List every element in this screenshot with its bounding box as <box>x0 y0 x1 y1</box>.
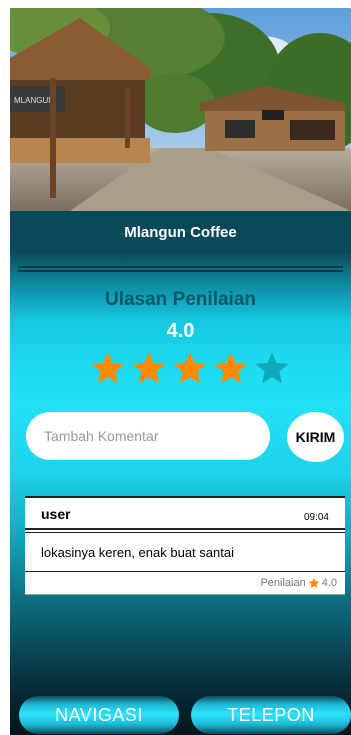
review-heading: Ulasan Penilaian <box>104 289 256 310</box>
place-detail-screen: MLANGUN Mlangun Coffee Ulasan Penilaian … <box>0 0 351 735</box>
comment-text: lokasinya keren, enak buat santai <box>25 532 345 572</box>
place-photo: MLANGUN <box>10 8 351 211</box>
star-filled-icon[interactable] <box>172 350 208 386</box>
comment-input[interactable] <box>26 412 270 460</box>
comment-card: user 09:04 lokasinya keren, enak buat sa… <box>25 496 345 595</box>
call-button[interactable]: TELEPON <box>191 696 351 734</box>
star-filled-icon[interactable] <box>90 350 126 386</box>
place-title-bar: Mlangun Coffee <box>10 211 351 253</box>
star-filled-icon[interactable] <box>131 350 167 386</box>
comment-rating: Penilaian 4.0 <box>25 572 345 594</box>
divider-bottom <box>18 270 343 272</box>
divider-top <box>18 266 343 268</box>
star-icon <box>308 577 320 589</box>
rating-stars[interactable] <box>90 350 290 386</box>
comment-username: user <box>41 506 71 522</box>
average-rating: 4.0 <box>166 320 195 342</box>
send-comment-button[interactable]: KIRIM <box>287 412 344 462</box>
cafe-photo-image: MLANGUN <box>10 8 351 211</box>
star-filled-icon[interactable] <box>213 350 249 386</box>
place-name: Mlangun Coffee <box>124 223 237 241</box>
comment-header: user 09:04 <box>25 498 345 530</box>
star-empty-icon[interactable] <box>254 350 290 386</box>
navigate-button[interactable]: NAVIGASI <box>19 696 179 734</box>
comment-rating-label: Penilaian <box>260 577 306 589</box>
comment-time: 09:04 <box>303 512 329 523</box>
cafe-sign-text: MLANGUN <box>14 96 54 105</box>
comment-rating-value: 4.0 <box>321 577 337 589</box>
